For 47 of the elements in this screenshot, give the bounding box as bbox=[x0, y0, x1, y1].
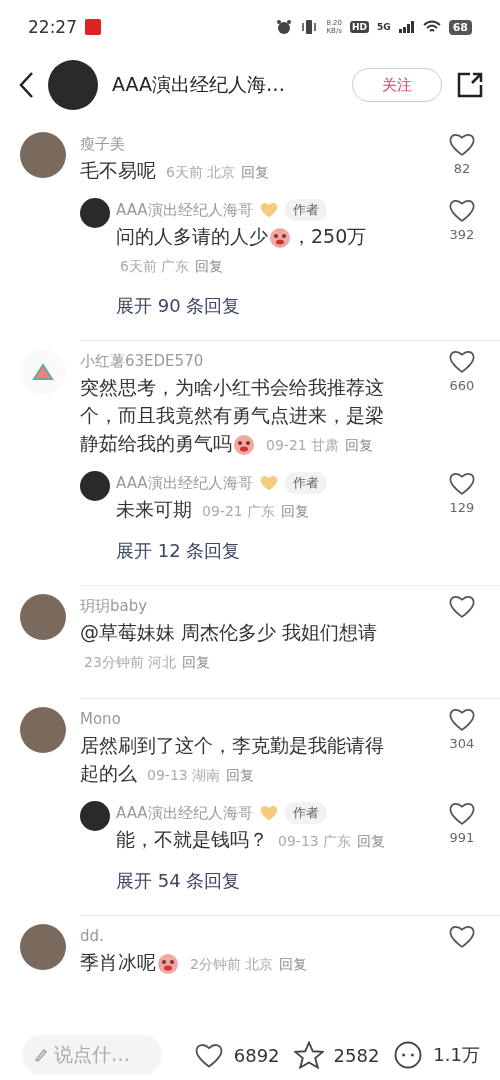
reply-text: 能，不就是钱吗？ 09-13 广东 回复 bbox=[116, 827, 386, 852]
user-name[interactable]: AAA演出经纪人海哥 bbox=[116, 471, 253, 495]
reply-text: 问的人多请的人少 ，250万 6天前 广东 回复 bbox=[116, 224, 368, 276]
comment-count: 1.1万 bbox=[433, 1043, 480, 1067]
comment-text: 突然思考，为啥小红书会给我推荐这个，而且我竟然有勇气点进来，是梁静茹给我的勇气吗 09-21 甘肃 回复 bbox=[80, 375, 385, 458]
user-name[interactable]: Mono bbox=[80, 710, 121, 728]
user-name[interactable]: 玥玥baby bbox=[80, 597, 148, 615]
like-count: 991 bbox=[449, 830, 475, 846]
expand-replies-button[interactable]: 展开 54 条回复 bbox=[116, 869, 241, 893]
user-name[interactable]: AAA演出经纪人海哥 bbox=[116, 198, 253, 222]
page-title: AAA演出经纪人海… bbox=[112, 72, 287, 97]
hd-badge: HD bbox=[350, 21, 370, 33]
reply-link[interactable]: 回复 bbox=[278, 956, 307, 972]
network-type: 5G bbox=[377, 22, 391, 32]
input-placeholder: 说点什… bbox=[54, 1042, 130, 1067]
author-badge: 作者 bbox=[284, 802, 327, 824]
expand-replies-button[interactable]: 展开 90 条回复 bbox=[116, 294, 241, 318]
user-name[interactable]: dd. bbox=[80, 927, 104, 945]
like-count: 660 bbox=[449, 378, 475, 394]
like-count: 392 bbox=[449, 227, 475, 243]
comment-text: 毛不易呢 6天前 北京 回复 bbox=[80, 158, 270, 183]
comment-text: @草莓妹妹 周杰伦多少 我姐们想请 23分钟前 河北 回复 bbox=[80, 620, 379, 672]
reply-link[interactable]: 回复 bbox=[356, 833, 385, 849]
status-time: 22:27 bbox=[28, 17, 77, 37]
user-name[interactable]: 小红薯63EDE570 bbox=[80, 352, 204, 370]
like-count: 6892 bbox=[233, 1044, 280, 1066]
reply-link[interactable]: 回复 bbox=[181, 654, 210, 670]
expand-replies-button[interactable]: 展开 12 条回复 bbox=[116, 539, 241, 563]
reply-link[interactable]: 回复 bbox=[240, 164, 269, 180]
battery-level: 68 bbox=[448, 19, 472, 35]
comment-text: 季肖冰呢 2分钟前 北京 回复 bbox=[80, 950, 308, 977]
reply-link[interactable]: 回复 bbox=[194, 258, 223, 274]
user-name[interactable]: 瘦子美 bbox=[80, 135, 125, 153]
author-badge: 作者 bbox=[284, 199, 327, 221]
like-count: 82 bbox=[453, 161, 471, 177]
author-badge: 作者 bbox=[284, 472, 327, 494]
comment-input[interactable]: 说点什… bbox=[22, 1035, 162, 1075]
star-count: 2582 bbox=[333, 1044, 380, 1066]
like-count: 129 bbox=[449, 500, 475, 516]
reply-text: 未来可期 09-21 广东 回复 bbox=[116, 497, 310, 522]
user-name[interactable]: AAA演出经纪人海哥 bbox=[116, 801, 253, 825]
reply-link[interactable]: 回复 bbox=[225, 767, 254, 783]
comment-text: 居然刷到了这个，李克勤是我能请得起的么 09-13 湖南 回复 bbox=[80, 733, 385, 786]
like-count: 304 bbox=[449, 736, 475, 752]
reply-link[interactable]: 回复 bbox=[280, 503, 309, 519]
reply-link[interactable]: 回复 bbox=[344, 437, 373, 453]
follow-button[interactable]: 关注 bbox=[352, 68, 442, 102]
